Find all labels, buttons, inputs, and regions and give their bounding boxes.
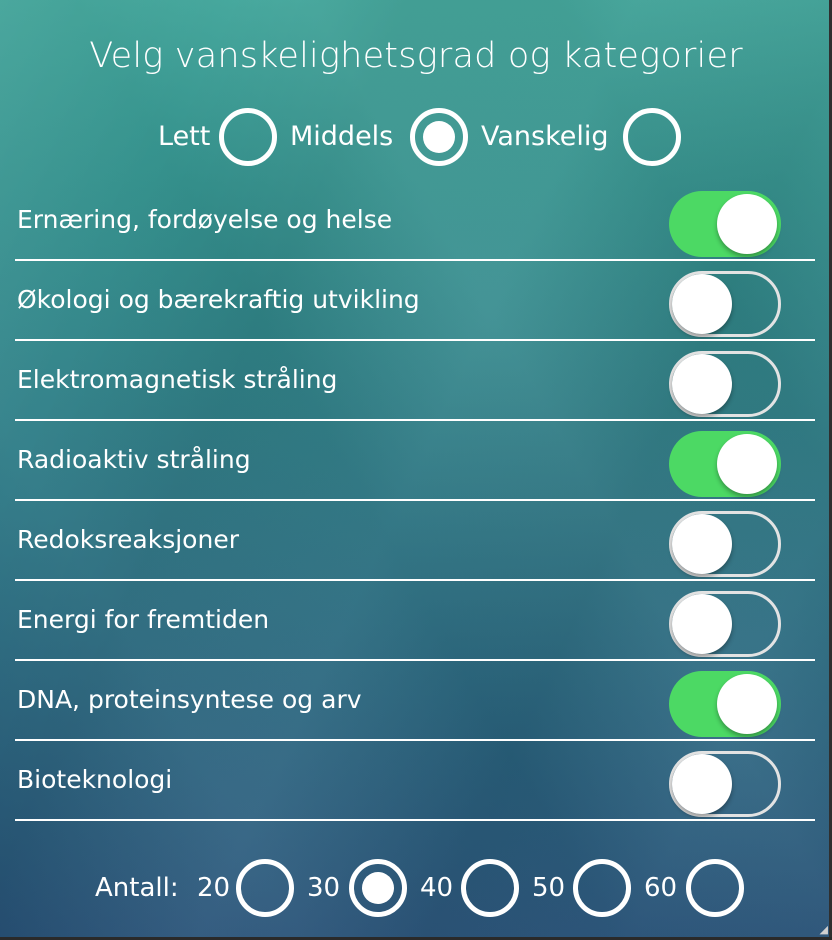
page-title: Velg vanskelighetsgrad og kategorier: [89, 36, 743, 76]
category-row-redoks: Redoksreaksjoner: [15, 501, 815, 581]
toggle-knob: [717, 194, 777, 254]
category-label: Elektromagnetisk stråling: [17, 365, 338, 394]
difficulty-label-lett: Lett: [158, 121, 211, 152]
category-row-elektromagnetisk: Elektromagnetisk stråling: [15, 341, 815, 421]
category-label: Redoksreaksjoner: [17, 525, 239, 554]
category-toggle-okologi[interactable]: [669, 271, 781, 337]
difficulty-label-vanskelig: Vanskelig: [481, 121, 609, 152]
category-toggle-dna[interactable]: [669, 671, 781, 737]
category-row-okologi: Økologi og bærekraftig utvikling: [15, 261, 815, 341]
category-toggle-radioaktiv[interactable]: [669, 431, 781, 497]
count-option-label: 60: [644, 873, 678, 903]
count-radio-20[interactable]: [236, 859, 294, 917]
toggle-knob: [717, 434, 777, 494]
toggle-knob: [717, 674, 777, 734]
count-option-label: 40: [420, 873, 454, 903]
count-option-label: 50: [532, 873, 566, 903]
toggle-knob: [672, 514, 732, 574]
count-option-label: 20: [197, 873, 231, 903]
category-row-bioteknologi: Bioteknologi: [15, 741, 815, 821]
category-row-dna: DNA, proteinsyntese og arv: [15, 661, 815, 741]
difficulty-radio-vanskelig[interactable]: [623, 108, 681, 166]
category-label: Energi for fremtiden: [17, 605, 270, 634]
difficulty-radio-lett[interactable]: [219, 108, 277, 166]
count-radio-50[interactable]: [573, 859, 631, 917]
toggle-knob: [672, 354, 732, 414]
toggle-knob: [672, 274, 732, 334]
category-toggle-redoks[interactable]: [669, 511, 781, 577]
count-radio-40[interactable]: [461, 859, 519, 917]
count-label: Antall:: [95, 873, 179, 903]
category-row-energi: Energi for fremtiden: [15, 581, 815, 661]
difficulty-radio-middels[interactable]: [410, 108, 468, 166]
difficulty-label-middels: Middels: [290, 121, 394, 152]
toggle-knob: [672, 754, 732, 814]
category-label: Bioteknologi: [17, 765, 173, 794]
category-label: Ernæring, fordøyelse og helse: [17, 205, 393, 234]
resize-handle-icon[interactable]: ◢: [820, 923, 828, 936]
category-toggle-bioteknologi[interactable]: [669, 751, 781, 817]
row-divider: [15, 819, 815, 821]
category-toggle-energi[interactable]: [669, 591, 781, 657]
category-label: DNA, proteinsyntese og arv: [17, 685, 362, 714]
count-radio-30[interactable]: [349, 859, 407, 917]
category-label: Radioaktiv stråling: [17, 445, 251, 474]
category-toggle-ernaering[interactable]: [669, 191, 781, 257]
category-row-radioaktiv: Radioaktiv stråling: [15, 421, 815, 501]
category-toggle-elektromagnetisk[interactable]: [669, 351, 781, 417]
toggle-knob: [672, 594, 732, 654]
category-label: Økologi og bærekraftig utvikling: [17, 285, 420, 314]
count-radio-60[interactable]: [686, 859, 744, 917]
category-row-ernaering: Ernæring, fordøyelse og helse: [15, 181, 815, 261]
count-option-label: 30: [307, 873, 341, 903]
